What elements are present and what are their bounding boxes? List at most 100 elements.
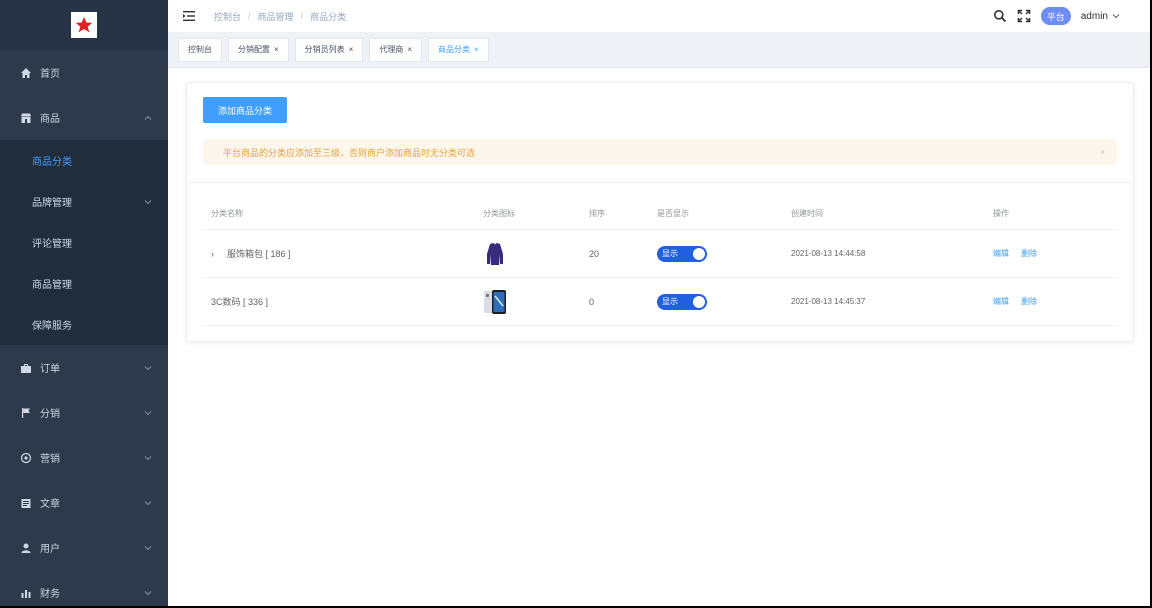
column-header: 是否显示	[657, 209, 689, 218]
category-name: 服饰箱包 [ 186 ]	[227, 249, 291, 259]
marketing-icon	[20, 452, 32, 464]
close-icon[interactable]: ×	[274, 45, 279, 54]
sidebar-item-goods[interactable]: 商品	[0, 95, 168, 140]
article-icon	[20, 497, 32, 509]
sweater-thumbnail[interactable]	[483, 240, 507, 268]
delete-link[interactable]: 删除	[1021, 248, 1037, 259]
home-icon	[20, 67, 32, 79]
logo[interactable]	[71, 12, 97, 38]
submenu-item-guarantee[interactable]: 保障服务	[0, 304, 168, 345]
toggle-knob	[693, 295, 705, 308]
breadcrumb-item[interactable]: 控制台	[214, 10, 241, 23]
category-name-cell: › 服饰箱包 [ 186 ]	[203, 247, 475, 260]
finance-icon	[20, 587, 32, 599]
sidebar-item-label: 财务	[40, 589, 60, 600]
hamburger-icon[interactable]	[182, 9, 196, 23]
sidebar-item-marketing[interactable]: 营销	[0, 435, 168, 480]
sort-value: 20	[589, 248, 600, 259]
close-icon[interactable]: ×	[474, 45, 479, 54]
user-menu[interactable]: admin	[1081, 11, 1120, 22]
sidebar-item-label: 首页	[40, 69, 60, 80]
show-toggle[interactable]: 显示	[657, 245, 707, 262]
column-header: 创建时间	[791, 209, 823, 218]
navbar: 控制台 / 商品管理 / 商品分类 平台 admin	[168, 0, 1150, 32]
breadcrumb-separator: /	[300, 11, 304, 21]
shop-icon	[20, 112, 32, 124]
sidebar-item-label: 分销	[40, 409, 60, 420]
order-icon	[20, 362, 32, 374]
category-table: 分类名称 分类图标 排序 是否显示 创建时间 操作 › 服饰箱包 [ 186 ]	[203, 198, 1117, 326]
toggle-label: 显示	[662, 249, 678, 258]
show-toggle[interactable]: 显示	[657, 293, 707, 310]
sidebar-item-distribution[interactable]: 分销	[0, 390, 168, 435]
alert-text: 平台商品的分类应添加至三级，否则商户添加商品时无分类可选	[223, 147, 476, 158]
fullscreen-icon[interactable]	[1017, 9, 1031, 23]
sort-value: 0	[589, 296, 595, 307]
sidebar-item-users[interactable]: 用户	[0, 525, 168, 570]
submenu-item-label: 保障服务	[32, 321, 72, 332]
chevron-down-icon	[144, 590, 152, 595]
submenu-item-comments[interactable]: 评论管理	[0, 222, 168, 263]
created-time: 2021-08-13 14:44:58	[791, 249, 866, 258]
delete-link[interactable]: 删除	[1021, 296, 1037, 307]
search-icon[interactable]	[993, 9, 1007, 23]
edit-link[interactable]: 编辑	[993, 248, 1009, 259]
actions-cell: 编辑 删除	[985, 248, 1117, 259]
chevron-down-icon	[144, 410, 152, 415]
column-header: 分类图标	[483, 209, 515, 218]
user-icon	[20, 542, 32, 554]
breadcrumb-item-current: 商品分类	[310, 11, 347, 22]
warning-alert: 平台商品的分类应添加至三级，否则商户添加商品时无分类可选 ×	[203, 139, 1117, 165]
toggle-knob	[693, 247, 705, 260]
actions-cell: 编辑 删除	[985, 296, 1117, 307]
tag-agent[interactable]: 代理商 ×	[369, 37, 423, 62]
submenu-goods: 商品分类 品牌管理 评论管理 商品管理 保障服务	[0, 140, 168, 345]
edit-link[interactable]: 编辑	[993, 296, 1009, 307]
chevron-up-icon	[144, 115, 152, 120]
chevron-down-icon	[144, 455, 152, 460]
sidebar-item-label: 营销	[40, 454, 60, 465]
submenu-item-products[interactable]: 商品管理	[0, 263, 168, 304]
navbar-right: 平台 admin	[983, 0, 1120, 32]
show-cell: 显示	[649, 245, 783, 262]
table-row: 3C数码 [ 336 ] 0 显示 2021-08-13 14:45:37 编辑…	[203, 278, 1117, 326]
close-icon[interactable]: ×	[349, 45, 354, 54]
sidebar: 首页 商品 商品分类 品牌管理 评论管理 商品管理 保障服务 订单 分销 营销 …	[0, 0, 168, 606]
tags-view: 控制台 分销配置 × 分销员列表 × 代理商 × 商品分类 ×	[168, 32, 1150, 68]
close-icon[interactable]: ×	[407, 45, 412, 54]
sidebar-item-orders[interactable]: 订单	[0, 345, 168, 390]
submenu-item-label: 商品分类	[32, 157, 72, 168]
sidebar-item-home[interactable]: 首页	[0, 50, 168, 95]
close-icon[interactable]: ×	[1100, 147, 1105, 157]
tag-distributor-list[interactable]: 分销员列表 ×	[294, 37, 364, 62]
created-time: 2021-08-13 14:45:37	[791, 297, 866, 306]
tag-dashboard[interactable]: 控制台	[178, 37, 222, 62]
table-header: 分类名称 分类图标 排序 是否显示 创建时间 操作	[203, 198, 1117, 230]
phone-thumbnail[interactable]	[483, 288, 507, 316]
sidebar-item-finance[interactable]: 财务	[0, 570, 168, 606]
add-category-button[interactable]: 添加商品分类	[203, 97, 287, 123]
category-name: 3C数码 [ 336 ]	[211, 297, 269, 307]
submenu-item-category[interactable]: 商品分类	[0, 140, 168, 181]
tag-distribution-config[interactable]: 分销配置 ×	[228, 37, 289, 62]
category-card: 添加商品分类 平台商品的分类应添加至三级，否则商户添加商品时无分类可选 × 分类…	[186, 82, 1134, 342]
flag-icon	[20, 407, 32, 419]
sidebar-item-articles[interactable]: 文章	[0, 480, 168, 525]
submenu-item-label: 评论管理	[32, 239, 72, 250]
table-row: › 服饰箱包 [ 186 ] 20 显示 2021-08-13 14:44:58…	[203, 230, 1117, 278]
column-header: 分类名称	[211, 209, 243, 218]
breadcrumb-separator: /	[248, 11, 251, 21]
tag-goods-category[interactable]: 商品分类 ×	[428, 37, 489, 62]
chevron-down-icon	[144, 199, 152, 204]
chevron-down-icon	[144, 545, 152, 550]
show-cell: 显示	[649, 293, 783, 310]
tag-label: 分销员列表	[304, 45, 345, 54]
logo-area	[0, 0, 168, 50]
expand-arrow-icon[interactable]: ›	[211, 249, 221, 259]
tag-label: 分销配置	[238, 45, 270, 54]
submenu-item-brand[interactable]: 品牌管理	[0, 181, 168, 222]
breadcrumb-item[interactable]: 商品管理	[258, 10, 294, 23]
card-header: 添加商品分类 平台商品的分类应添加至三级，否则商户添加商品时无分类可选 ×	[187, 83, 1133, 183]
chevron-down-icon	[144, 365, 152, 370]
sidebar-item-label: 商品	[40, 114, 60, 125]
